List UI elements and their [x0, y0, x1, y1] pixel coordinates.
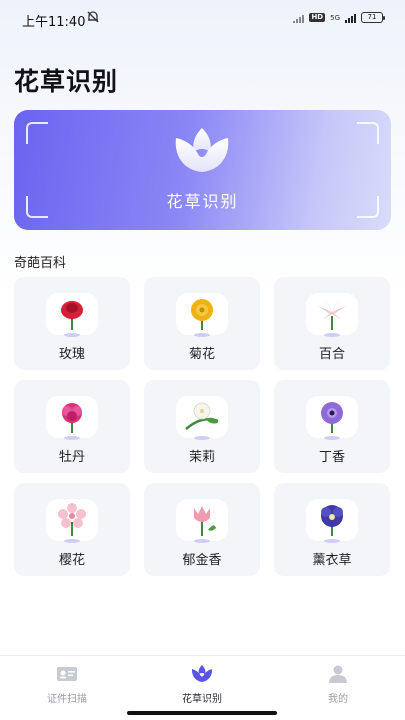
flower-name: 薰衣草 — [312, 553, 352, 568]
scan-corner-top-left — [26, 122, 48, 144]
peony-icon — [62, 403, 82, 433]
flower-card-lilac[interactable]: 丁香 — [274, 380, 390, 473]
flower-card-peony[interactable]: 牡丹 — [14, 380, 130, 473]
chrysanthemum-icon — [191, 299, 213, 330]
flower-thumb — [46, 293, 98, 337]
flower-name: 丁香 — [318, 450, 345, 465]
tulip-icon — [194, 506, 216, 536]
tab-label: 我的 — [328, 694, 348, 705]
flower-thumb — [306, 293, 358, 337]
flower-thumb — [306, 499, 358, 543]
flower-name: 玫瑰 — [58, 347, 85, 362]
flower-name: 樱花 — [58, 553, 85, 568]
flower-card-chrysanthemum[interactable]: 菊花 — [144, 277, 260, 370]
flower-card-rose[interactable]: 玫瑰 — [14, 277, 130, 370]
rose-icon — [61, 301, 83, 330]
flower-name: 茉莉 — [188, 450, 215, 465]
flower-scan-icon — [175, 128, 229, 172]
status-bar: 上午11:40 HD 5G 71 — [0, 0, 405, 36]
tab-profile[interactable]: 我的 — [288, 664, 388, 705]
flower-thumb — [46, 499, 98, 543]
flower-card-lily[interactable]: 百合 — [274, 277, 390, 370]
id-card-icon — [57, 667, 77, 681]
status-indicators: HD 5G 71 — [293, 12, 385, 23]
scan-corner-top-right — [357, 122, 379, 144]
status-time: 上午11:40 — [22, 15, 86, 30]
lavender-icon — [321, 505, 343, 536]
lily-icon — [318, 300, 346, 330]
flower-card-cherry-blossom[interactable]: 樱花 — [14, 483, 130, 576]
lilac-icon — [321, 402, 343, 433]
flower-thumb — [176, 293, 228, 337]
battery-icon: 71 — [361, 12, 385, 23]
flower-card-jasmine[interactable]: 茉莉 — [144, 380, 260, 473]
flower-scan-card[interactable]: 花草识别 — [14, 110, 391, 230]
tab-id-scan[interactable]: 证件扫描 — [17, 664, 117, 705]
tab-flower-recognition[interactable]: 花草识别 — [152, 664, 252, 705]
signal-icon — [293, 13, 305, 23]
flower-name: 菊花 — [188, 347, 215, 362]
tab-label: 证件扫描 — [47, 694, 87, 705]
page-title: 花草识别 — [14, 67, 119, 96]
flower-scan-label: 花草识别 — [166, 192, 239, 211]
signal-bars-icon — [345, 13, 356, 23]
flower-thumb — [176, 396, 228, 440]
flower-name: 牡丹 — [58, 450, 85, 465]
flower-card-tulip[interactable]: 郁金香 — [144, 483, 260, 576]
network-type: 5G — [330, 13, 340, 22]
jasmine-icon — [185, 402, 219, 430]
bell-off-icon — [87, 11, 99, 23]
flower-icon — [191, 665, 213, 682]
flower-thumb — [306, 396, 358, 440]
hd-badge: HD — [309, 13, 326, 22]
home-indicator — [127, 711, 277, 715]
flower-name: 百合 — [318, 347, 345, 362]
section-title: 奇葩百科 — [14, 256, 67, 271]
flower-card-lavender[interactable]: 薰衣草 — [274, 483, 390, 576]
tab-label: 花草识别 — [182, 694, 222, 705]
cherry-blossom-icon — [58, 503, 86, 536]
flower-thumb — [46, 396, 98, 440]
flower-name: 郁金香 — [182, 553, 222, 568]
user-icon — [329, 665, 347, 683]
flower-encyclopedia-grid: 玫瑰 菊花 百合 牡丹 茉莉 丁香 樱花 郁金香 薰衣草 — [14, 277, 391, 576]
flower-thumb — [176, 499, 228, 543]
